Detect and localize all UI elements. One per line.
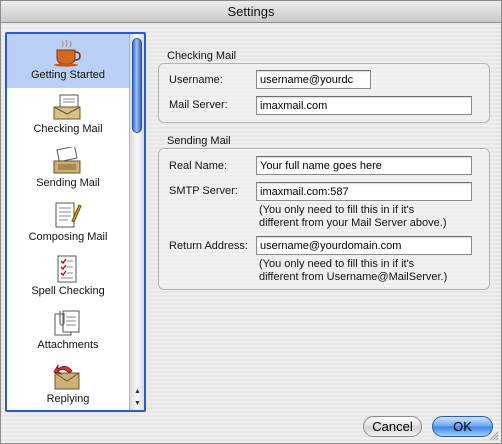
compose-icon — [51, 200, 83, 230]
return-address-field[interactable] — [256, 236, 472, 255]
sidebar-item-label: Attachments — [37, 339, 99, 351]
mail-server-field[interactable] — [256, 96, 472, 115]
sidebar-item-label: Composing Mail — [28, 231, 108, 243]
real-name-field[interactable] — [256, 156, 472, 175]
ok-button[interactable]: OK — [432, 416, 493, 437]
mailbox-icon — [51, 92, 83, 122]
smtp-hint-line-1: (You only need to fill this in if it's — [259, 204, 415, 216]
return-hint-line-2: different from Username@MailServer.) — [259, 271, 448, 283]
sidebar-item-getting-started[interactable]: Getting Started — [7, 34, 129, 88]
scroll-thumb[interactable] — [132, 38, 142, 133]
scroll-up-arrow-icon[interactable]: ▲ — [130, 386, 144, 398]
checking-mail-heading: Checking Mail — [167, 50, 237, 62]
mail-server-label: Mail Server: — [169, 99, 228, 111]
outbox-icon — [51, 146, 83, 176]
return-hint-line-1: (You only need to fill this in if it's — [259, 258, 415, 270]
sidebar-item-sending-mail[interactable]: Sending Mail — [7, 142, 129, 196]
username-field[interactable] — [256, 70, 371, 89]
sidebar-item-attachments[interactable]: Attachments — [7, 304, 129, 358]
cancel-button[interactable]: Cancel — [363, 416, 422, 437]
window-title: Settings — [1, 1, 501, 23]
sidebar-item-label: Sending Mail — [36, 177, 100, 189]
resize-grip-icon[interactable] — [488, 430, 499, 441]
scroll-down-arrow-icon[interactable]: ▼ — [130, 398, 144, 410]
sidebar-item-composing-mail[interactable]: Composing Mail — [7, 196, 129, 250]
smtp-hint-line-2: different from your Mail Server above.) — [259, 217, 447, 229]
smtp-server-label: SMTP Server: — [169, 185, 238, 197]
sidebar-item-label: Replying — [46, 393, 90, 405]
sidebar-list: Getting Started Checking Mail Sending Ma… — [7, 34, 129, 410]
paperclip-icon — [51, 308, 83, 338]
smtp-server-field[interactable] — [256, 182, 472, 201]
sidebar-item-checking-mail[interactable]: Checking Mail — [7, 88, 129, 142]
return-address-label: Return Address: — [169, 240, 248, 252]
sidebar: Getting Started Checking Mail Sending Ma… — [5, 32, 146, 412]
reply-icon — [51, 362, 83, 392]
sidebar-item-label: Spell Checking — [31, 285, 105, 297]
real-name-label: Real Name: — [169, 160, 228, 172]
sidebar-item-label: Getting Started — [31, 69, 105, 81]
sidebar-item-spell-checking[interactable]: Spell Checking — [7, 250, 129, 304]
username-label: Username: — [169, 74, 223, 86]
settings-window: Settings Getting Started Checking Mail S… — [0, 0, 502, 444]
sending-mail-heading: Sending Mail — [167, 135, 231, 147]
spellcheck-icon — [51, 254, 83, 284]
sidebar-scrollbar[interactable]: ▲ ▼ — [129, 34, 144, 410]
coffee-cup-icon — [51, 38, 83, 68]
sidebar-item-replying[interactable]: Replying — [7, 358, 129, 410]
sidebar-list-container: Getting Started Checking Mail Sending Ma… — [7, 34, 144, 410]
sidebar-item-label: Checking Mail — [33, 123, 103, 135]
